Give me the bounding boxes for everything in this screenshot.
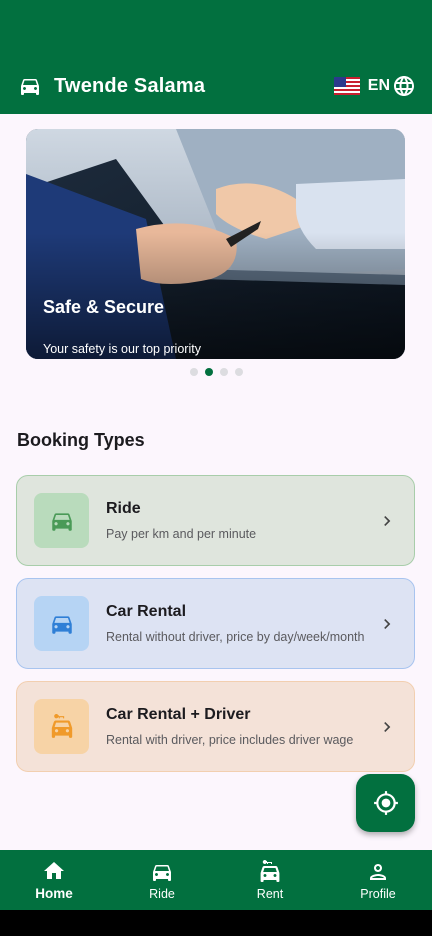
status-bar-area xyxy=(0,0,432,58)
car-icon xyxy=(21,79,39,95)
nav-rent[interactable]: Rent xyxy=(216,850,324,910)
booking-type-title: Car Rental + Driver xyxy=(106,706,251,723)
globe-icon[interactable] xyxy=(392,74,416,98)
nav-label: Rent xyxy=(256,886,284,901)
booking-type-ride[interactable]: Ride Pay per km and per minute xyxy=(16,475,415,566)
nav-profile[interactable]: Profile xyxy=(324,850,432,910)
booking-type-title: Ride xyxy=(106,500,141,517)
nav-label: Home xyxy=(35,886,73,901)
system-navigation-bar xyxy=(0,910,432,936)
person-icon xyxy=(370,863,386,880)
language-code[interactable]: EN xyxy=(368,77,390,95)
us-flag-icon[interactable] xyxy=(333,77,360,95)
booking-type-car-rental[interactable]: Car Rental Rental without driver, price … xyxy=(16,578,415,669)
nav-label: Ride xyxy=(149,886,175,901)
banner-subtitle: Your safety is our top priority xyxy=(43,342,201,356)
booking-type-car-rental-driver[interactable]: Car Rental + Driver Rental with driver, … xyxy=(16,681,415,772)
booking-type-description: Rental with driver, price includes drive… xyxy=(106,733,354,747)
car-icon xyxy=(51,615,72,634)
home-content: Safe & Secure Your safety is our top pri… xyxy=(0,114,432,850)
chevron-right-icon xyxy=(384,721,391,732)
booking-type-description: Pay per km and per minute xyxy=(106,527,257,541)
my-location-icon xyxy=(373,791,398,815)
carousel-dot[interactable] xyxy=(219,368,228,376)
app-title: Twende Salama xyxy=(54,74,206,97)
carousel-dot[interactable] xyxy=(189,368,198,376)
nav-label: Profile xyxy=(360,886,396,901)
chevron-right-icon xyxy=(384,515,391,526)
my-location-button[interactable] xyxy=(356,774,415,832)
section-title: Booking Types xyxy=(17,430,145,450)
carousel-indicator xyxy=(0,368,432,376)
chevron-right-icon xyxy=(384,618,391,629)
nav-home[interactable]: Home xyxy=(0,850,108,910)
car-icon xyxy=(51,512,72,531)
booking-type-description: Rental without driver, price by day/week… xyxy=(106,630,365,644)
banner-title: Safe & Secure xyxy=(43,297,165,317)
carousel-dot[interactable] xyxy=(234,368,243,376)
booking-type-title: Car Rental xyxy=(106,603,187,620)
app-bar: Twende Salama EN xyxy=(0,58,432,114)
car-rental-icon xyxy=(260,859,280,882)
promo-carousel[interactable]: Safe & Secure Your safety is our top pri… xyxy=(26,129,405,359)
carousel-dot-active[interactable] xyxy=(204,368,213,376)
home-icon xyxy=(44,862,64,879)
car-icon xyxy=(153,864,171,881)
nav-ride[interactable]: Ride xyxy=(108,850,216,910)
bottom-navigation: Home Ride Rent Profile xyxy=(0,850,432,910)
car-rental-icon xyxy=(51,713,72,738)
